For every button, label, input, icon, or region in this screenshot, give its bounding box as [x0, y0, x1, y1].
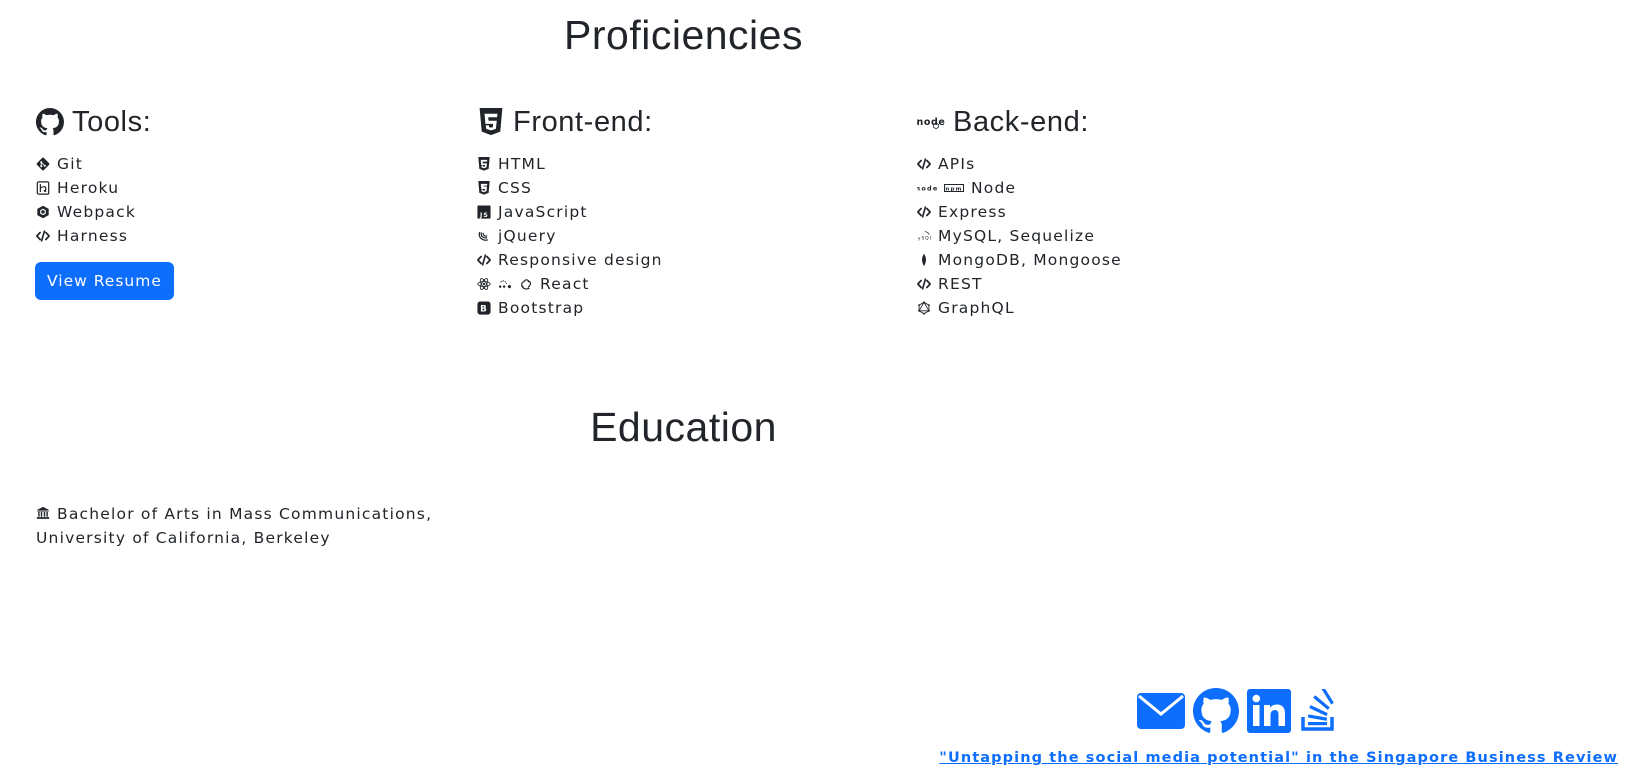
- skill-label: Responsive design: [498, 251, 663, 269]
- skill-label: Express: [938, 203, 1007, 221]
- list-item: B Bootstrap: [477, 296, 663, 320]
- list-item: jQuery: [477, 224, 663, 248]
- list-item: Express: [917, 200, 1122, 224]
- list-item: Git: [36, 152, 174, 176]
- education-entry-text: Bachelor of Arts in Mass Communications,…: [36, 505, 433, 547]
- code-icon: [917, 157, 931, 171]
- skill-label: Git: [57, 155, 83, 173]
- code-icon: [477, 253, 491, 267]
- skill-label: JavaScript: [498, 203, 588, 221]
- list-item: GraphQL: [917, 296, 1122, 320]
- svg-text:node: node: [917, 185, 937, 193]
- frontend-heading-label: Front-end:: [513, 105, 653, 138]
- backend-list: APIs node npm Node Express MySQL: [917, 152, 1122, 320]
- frontend-list: HTML CSS JS JavaScript jQuery Responsive…: [477, 152, 663, 320]
- react-router-icon: [498, 277, 512, 291]
- node-icon: node: [917, 108, 945, 136]
- css3-icon: [477, 181, 491, 195]
- list-item: CSS: [477, 176, 663, 200]
- skill-label: APIs: [938, 155, 976, 173]
- svg-text:npm: npm: [945, 186, 962, 192]
- react-icon: [477, 277, 491, 291]
- frontend-column: Front-end: HTML CSS JS JavaScript jQuery…: [477, 104, 663, 320]
- jquery-icon: [477, 229, 491, 243]
- linkedin-icon: [1247, 689, 1291, 733]
- webpack-icon: [36, 205, 50, 219]
- svg-text:node: node: [917, 117, 945, 128]
- skill-label: Webpack: [57, 203, 137, 221]
- view-resume-button[interactable]: View Resume: [35, 262, 174, 300]
- education-entry: Bachelor of Arts in Mass Communications,…: [36, 502, 456, 550]
- university-icon: [36, 506, 50, 520]
- skill-label: CSS: [498, 179, 533, 197]
- skill-label: Heroku: [57, 179, 120, 197]
- list-item: Responsive design: [477, 248, 663, 272]
- redux-icon: [519, 277, 533, 291]
- skill-label: MongoDB, Mongoose: [938, 251, 1122, 269]
- code-icon: [36, 229, 50, 243]
- github-icon: [1193, 688, 1239, 734]
- skill-label: REST: [938, 275, 983, 293]
- svg-text:B: B: [480, 305, 488, 315]
- html5-icon: [477, 108, 505, 136]
- list-item: MongoDB, Mongoose: [917, 248, 1122, 272]
- list-item: React: [477, 272, 663, 296]
- frontend-heading: Front-end:: [477, 104, 663, 140]
- skill-label: React: [540, 275, 590, 293]
- github-link[interactable]: [1193, 688, 1239, 734]
- code-icon: [917, 277, 931, 291]
- tools-heading-label: Tools:: [72, 105, 152, 138]
- node-icon: node: [917, 181, 937, 195]
- svg-text:MySQL: MySQL: [917, 236, 931, 242]
- skill-label: Harness: [57, 227, 129, 245]
- js-icon: JS: [477, 205, 491, 219]
- skill-label: Bootstrap: [498, 299, 585, 317]
- graphql-icon: [917, 301, 931, 315]
- bootstrap-icon: B: [477, 301, 491, 315]
- social-links: [1137, 688, 1339, 734]
- skill-label: MySQL, Sequelize: [938, 227, 1096, 245]
- backend-column: node Back-end: APIs node npm Node Expres…: [917, 104, 1122, 320]
- code-icon: [917, 205, 931, 219]
- list-item: MySQL MySQL, Sequelize: [917, 224, 1122, 248]
- list-item: Harness: [36, 224, 174, 248]
- envelope-icon: [1137, 691, 1185, 731]
- backend-heading: node Back-end:: [917, 104, 1122, 140]
- list-item: Webpack: [36, 200, 174, 224]
- stack-overflow-link[interactable]: [1299, 689, 1339, 733]
- tools-heading: Tools:: [36, 104, 174, 140]
- list-item: REST: [917, 272, 1122, 296]
- skill-label: jQuery: [498, 227, 557, 245]
- skill-label: Node: [971, 179, 1017, 197]
- git-icon: [36, 157, 50, 171]
- list-item: JS JavaScript: [477, 200, 663, 224]
- mysql-icon: MySQL: [917, 229, 931, 243]
- heroku-icon: [36, 181, 50, 195]
- skill-label: HTML: [498, 155, 546, 173]
- stack-overflow-icon: [1299, 689, 1339, 733]
- html5-icon: [477, 157, 491, 171]
- backend-heading-label: Back-end:: [953, 105, 1089, 138]
- list-item: APIs: [917, 152, 1122, 176]
- linkedin-link[interactable]: [1247, 689, 1291, 733]
- article-link[interactable]: "Untapping the social media potential" i…: [939, 750, 1618, 766]
- list-item: node npm Node: [917, 176, 1122, 200]
- svg-text:JS: JS: [479, 212, 489, 219]
- page: Proficiencies Tools: Git Heroku Webpack …: [0, 0, 1625, 771]
- tools-column: Tools: Git Heroku Webpack Harness View R…: [35, 104, 174, 300]
- npm-icon: npm: [944, 181, 964, 195]
- proficiencies-title: Proficiencies: [564, 12, 803, 58]
- github-icon: [36, 108, 64, 136]
- list-item: Heroku: [36, 176, 174, 200]
- education-title: Education: [590, 404, 777, 450]
- list-item: HTML: [477, 152, 663, 176]
- mongodb-icon: [917, 253, 931, 267]
- email-link[interactable]: [1137, 691, 1185, 731]
- skill-label: GraphQL: [938, 299, 1015, 317]
- tools-list: Git Heroku Webpack Harness: [36, 152, 174, 248]
